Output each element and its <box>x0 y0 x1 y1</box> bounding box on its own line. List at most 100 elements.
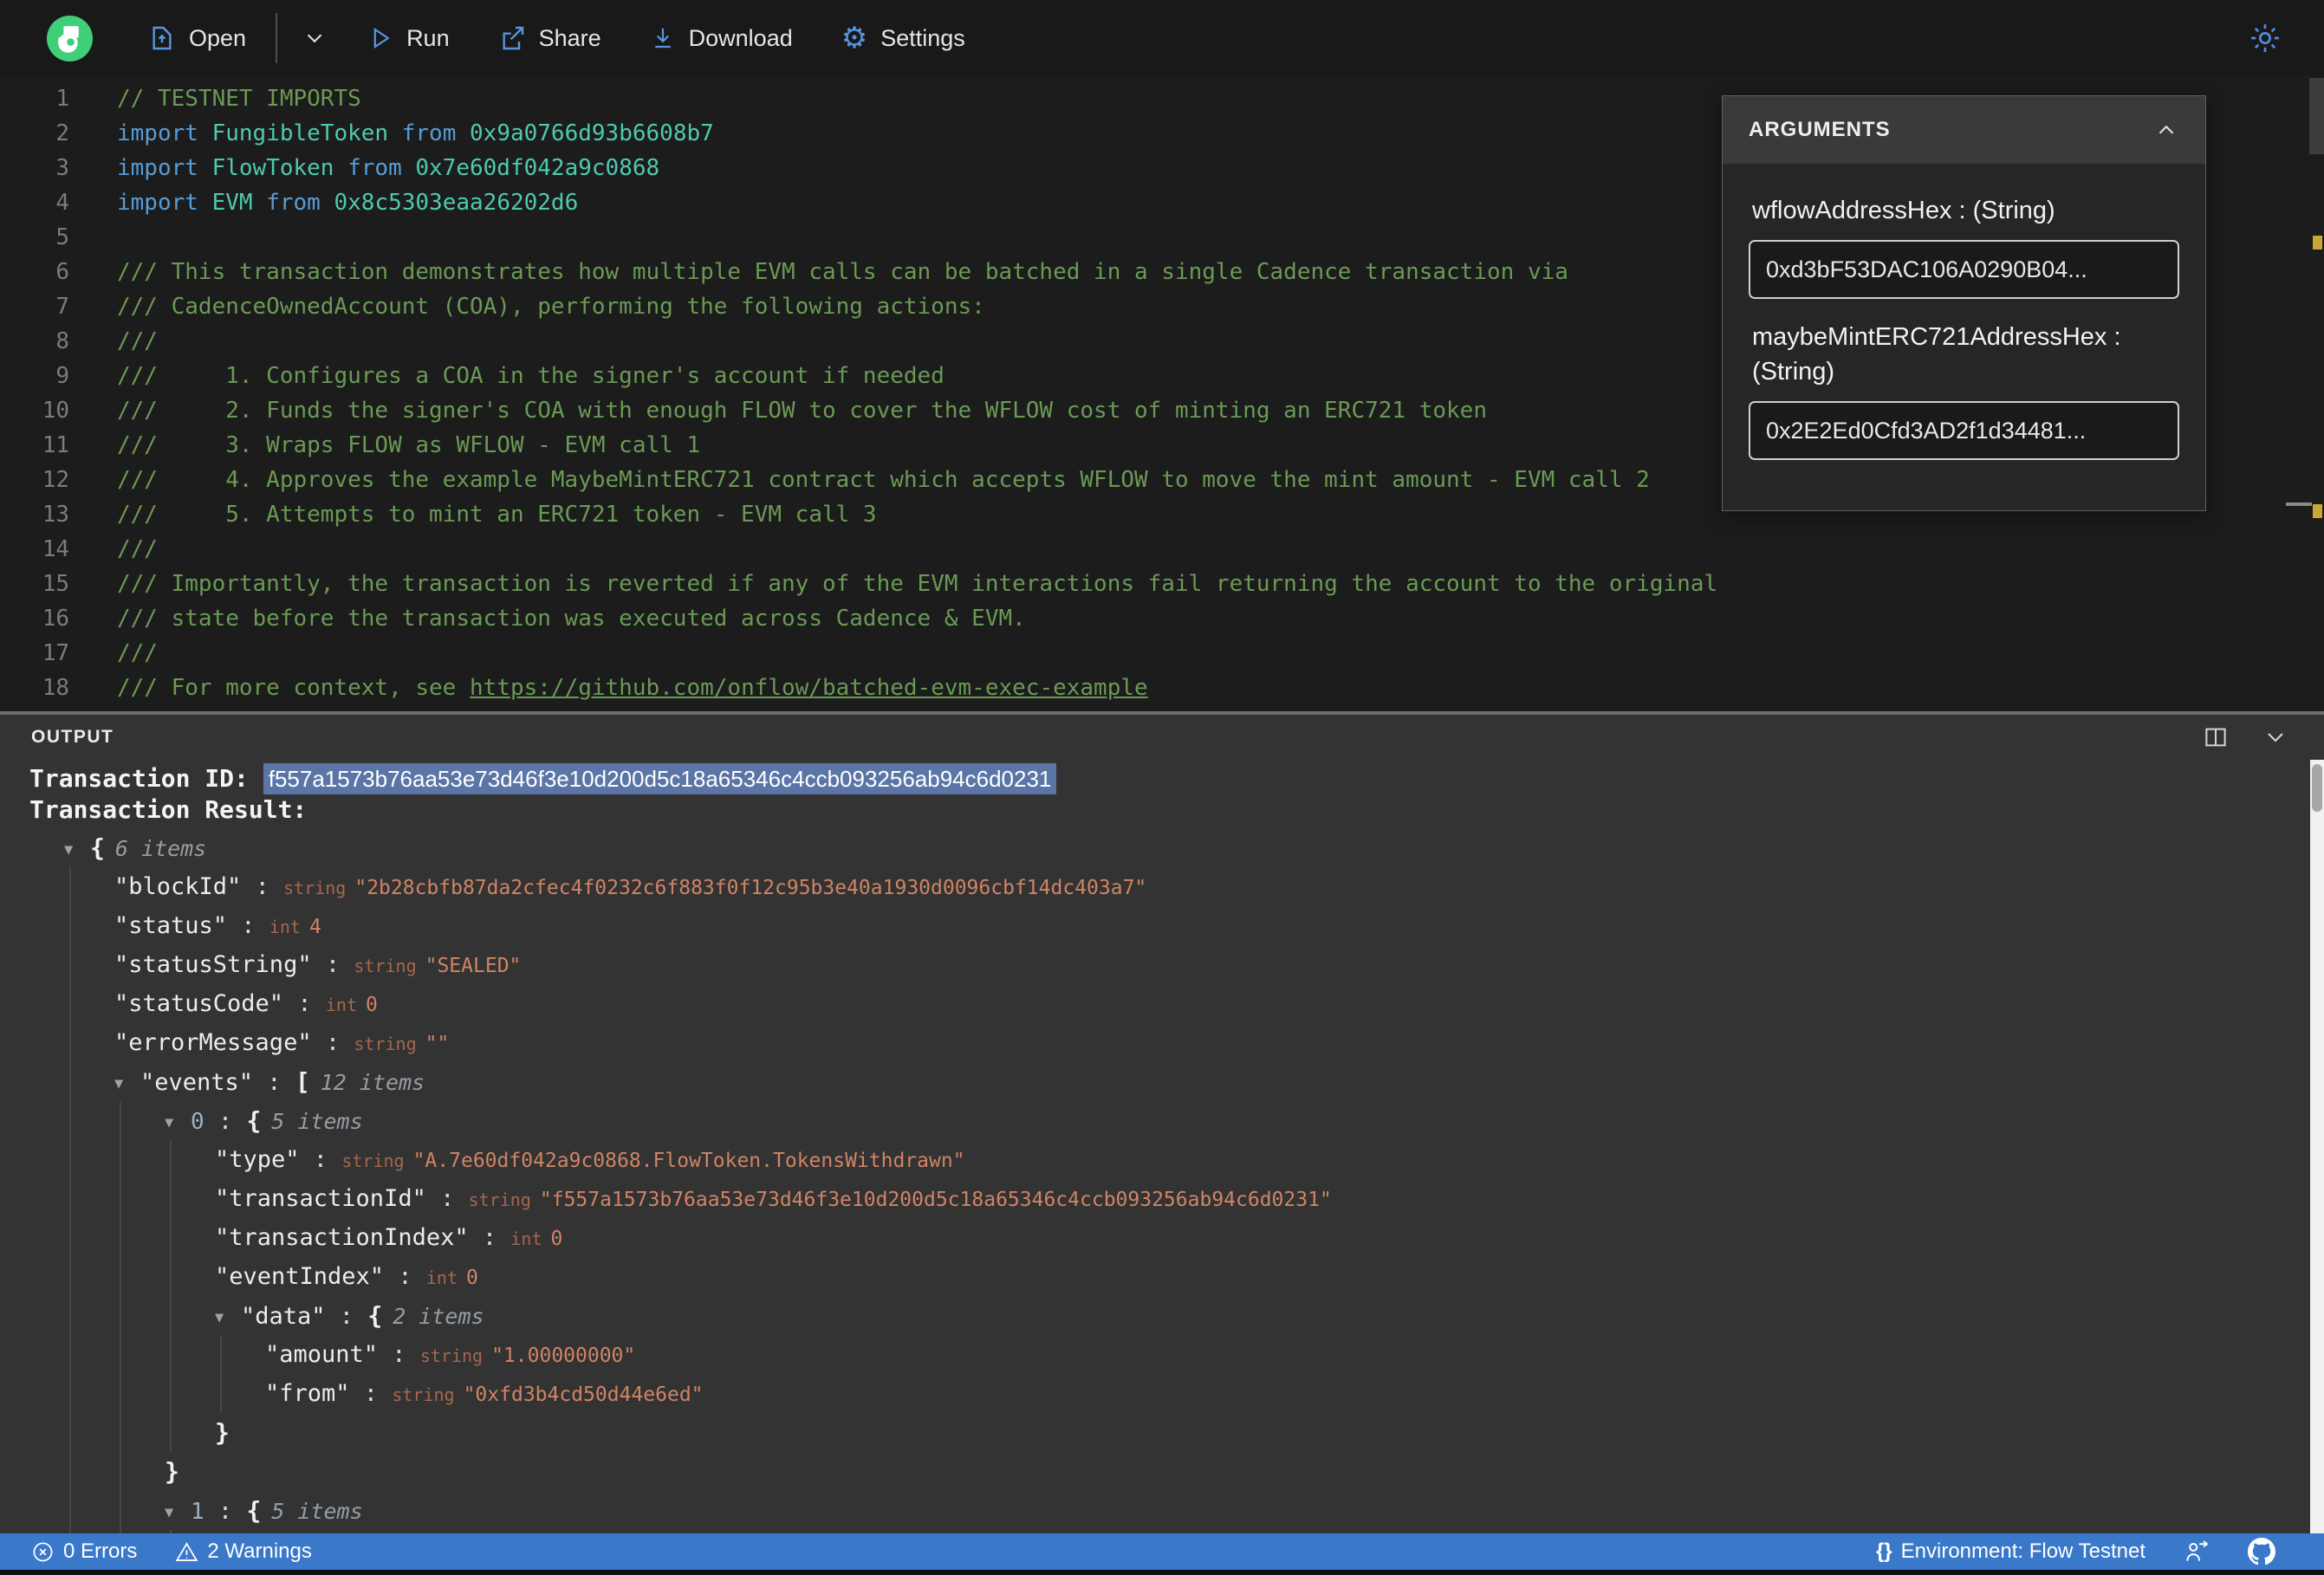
download-label: Download <box>688 24 793 51</box>
line-number: 9 <box>55 363 69 389</box>
settings-label: Settings <box>880 24 965 51</box>
line-number: 4 <box>55 190 69 216</box>
transaction-result-label: Transaction Result: <box>29 795 308 824</box>
warning-icon <box>176 1541 198 1561</box>
run-label: Run <box>406 24 450 51</box>
json-row-statusCode: "statusCode" : int 0 <box>114 990 378 1017</box>
warnings-label: 2 Warnings <box>207 1539 312 1563</box>
top-toolbar: Open Run Share Download ⚙ Settings <box>0 0 2324 76</box>
output-scrollbar[interactable] <box>2310 760 2324 1533</box>
output-panel: OUTPUT Transaction ID: f557a1573b76aa53e… <box>0 715 2324 1533</box>
line-number: 2 <box>55 120 69 146</box>
line-number: 10 <box>42 398 69 424</box>
line-number: 6 <box>55 259 69 285</box>
arg2-input[interactable]: 0x2E2Ed0Cfd3AD2f1d34481... <box>1749 401 2179 460</box>
braces-icon: {} <box>1875 1539 1892 1563</box>
code-line: 14/// <box>0 532 2324 567</box>
json-row-status: "status" : int 4 <box>114 912 321 939</box>
settings-button[interactable]: ⚙ Settings <box>841 23 965 53</box>
flow-runner-app: { "topbar": { "open": "Open", "run": "Ru… <box>0 0 2324 1575</box>
github-icon <box>2248 1538 2275 1565</box>
collapse-toggle-icon[interactable]: ▼ <box>215 1299 241 1338</box>
line-number: 12 <box>42 467 69 493</box>
json-row-transactionIndex: "transactionIndex" : int 0 <box>215 1224 563 1251</box>
collapse-toggle-icon[interactable]: ▼ <box>64 831 90 870</box>
code-line: 15/// Importantly, the transaction is re… <box>0 567 2324 601</box>
code-line: 17/// <box>0 636 2324 671</box>
collapse-output-chevron-icon[interactable] <box>2262 723 2289 751</box>
indent-guide <box>170 1140 172 1452</box>
environment-label: Environment: Flow Testnet <box>1900 1539 2145 1563</box>
open-button[interactable]: Open <box>148 24 246 52</box>
line-number: 18 <box>42 675 69 701</box>
output-scrollbar-thumb[interactable] <box>2312 764 2322 812</box>
json-row-eventIndex: "eventIndex" : int 0 <box>215 1263 478 1290</box>
json-row-events: ▼ "events" : [12 items <box>29 1062 2324 1101</box>
json-row-from: "from" : string "0xfd3b4cd50d44e6ed" <box>265 1380 704 1407</box>
run-button[interactable]: Run <box>367 25 450 52</box>
environment-status[interactable]: {} Environment: Flow Testnet <box>1876 1539 2145 1564</box>
arg1-input[interactable]: 0xd3bF53DAC106A0290B04... <box>1749 240 2179 299</box>
github-link-button[interactable] <box>2248 1538 2275 1565</box>
line-number: 15 <box>42 571 69 597</box>
github-link[interactable]: https://github.com/onflow/batched-evm-ex… <box>470 675 1148 701</box>
download-button[interactable]: Download <box>650 25 793 52</box>
share-icon <box>498 24 526 52</box>
arguments-header[interactable]: ARGUMENTS <box>1723 96 2205 164</box>
code-line: 16/// state before the transaction was e… <box>0 601 2324 636</box>
line-number: 14 <box>42 536 69 562</box>
collapse-chevron-up-icon[interactable] <box>2153 117 2179 143</box>
line-number: 13 <box>42 502 69 528</box>
open-label: Open <box>189 24 247 51</box>
collapse-toggle-icon[interactable]: ▼ <box>114 1065 140 1104</box>
json-row-errorMessage: "errorMessage" : string "" <box>114 1029 450 1056</box>
warnings-status[interactable]: 2 Warnings <box>175 1539 312 1564</box>
flow-logo-icon <box>47 15 93 62</box>
json-row-data: ▼ "data" : {2 items <box>29 1296 2324 1335</box>
share-label: Share <box>538 24 601 51</box>
line-number: 1 <box>55 86 69 112</box>
overview-cursor-marker <box>2286 502 2312 506</box>
transaction-id-label: Transaction ID: <box>29 764 263 793</box>
open-file-icon <box>148 24 176 52</box>
line-number: 7 <box>55 294 69 320</box>
arg2-label: maybeMintERC721AddressHex : (String) <box>1752 323 2121 386</box>
errors-status[interactable]: 0 Errors <box>31 1539 137 1564</box>
toolbar-divider <box>276 13 278 63</box>
indent-guide <box>120 1101 121 1533</box>
indent-guide <box>69 867 71 1533</box>
editor-scrollbar-thumb[interactable] <box>2309 78 2324 154</box>
share-button[interactable]: Share <box>498 24 601 52</box>
download-icon <box>650 25 676 51</box>
json-row-statusString: "statusString" : string "SEALED" <box>114 951 522 978</box>
errors-label: 0 Errors <box>63 1539 138 1563</box>
warning-marker <box>2313 236 2322 250</box>
transaction-id-value[interactable]: f557a1573b76aa53e73d46f3e10d200d5c18a653… <box>263 763 1057 794</box>
open-dropdown-chevron-icon[interactable] <box>302 25 328 51</box>
json-row-event-1: ▼ 1 : {5 items <box>29 1491 2324 1530</box>
json-result-tree: ▼{6 items "blockId" : string "2b28cbfb87d… <box>29 828 2324 1533</box>
collapse-toggle-icon[interactable]: ▼ <box>165 1494 191 1533</box>
json-row-type: "type" : string "A.7e60df042a9c0868.FlowT… <box>215 1146 965 1173</box>
code-line: 18/// For more context, see https://gith… <box>0 671 2324 705</box>
line-number: 8 <box>55 328 69 354</box>
json-row-close-event-0: } <box>165 1457 179 1486</box>
line-number: 16 <box>42 606 69 632</box>
feedback-button[interactable] <box>2184 1539 2210 1565</box>
line-number: 5 <box>55 224 69 250</box>
split-panel-icon[interactable] <box>2203 724 2229 750</box>
json-row-amount: "amount" : string "1.00000000" <box>265 1341 636 1368</box>
json-row-root: ▼{6 items <box>29 828 2324 867</box>
indent-guide <box>220 1335 222 1413</box>
json-row-blockId: "blockId" : string "2b28cbfb87da2cfec4f02… <box>114 873 1147 900</box>
line-number: 11 <box>42 432 69 458</box>
run-play-icon <box>367 25 393 51</box>
theme-toggle-sun-icon[interactable] <box>2248 21 2282 55</box>
status-bar: 0 Errors 2 Warnings {} Environment: Flow… <box>0 1533 2324 1570</box>
transaction-id-line: Transaction ID: f557a1573b76aa53e73d46f3… <box>29 763 2324 794</box>
arg1-label: wflowAddressHex : (String) <box>1752 197 2055 224</box>
arguments-body: wflowAddressHex : (String) 0xd3bF53DAC10… <box>1723 164 2205 510</box>
warning-marker <box>2313 504 2322 518</box>
arguments-title: ARGUMENTS <box>1749 118 1891 141</box>
collapse-toggle-icon[interactable]: ▼ <box>165 1104 191 1143</box>
